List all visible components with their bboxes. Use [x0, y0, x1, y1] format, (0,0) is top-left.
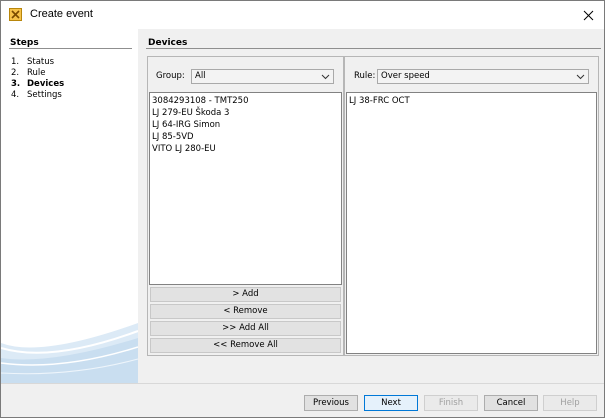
steps-panel: Steps 1. Status 2. Rule 3. Devices 4. Settin… — [1, 29, 138, 383]
add-all-button[interactable]: >> Add All — [150, 321, 341, 336]
remove-button[interactable]: < Remove — [150, 304, 341, 319]
finish-button[interactable]: Finish — [424, 395, 478, 411]
available-devices-panel: Group: All 3084293108 - TMT250 LJ 279-EU… — [147, 56, 344, 356]
list-item[interactable]: LJ 85-5VD — [151, 131, 341, 143]
step-rule: 2. Rule — [11, 68, 64, 79]
dialog-footer: Previous Next Finish Cancel Help — [1, 383, 604, 417]
selected-devices-panel: Rule: Over speed LJ 38-FRC OCT — [344, 56, 599, 356]
remove-all-button[interactable]: << Remove All — [150, 338, 341, 353]
help-button[interactable]: Help — [543, 395, 597, 411]
title-bar[interactable]: Create event — [1, 1, 604, 29]
decorative-swoosh — [1, 323, 138, 383]
close-button[interactable] — [572, 1, 604, 29]
step-label: Devices — [27, 79, 65, 89]
step-label: Status — [27, 57, 55, 67]
step-status: 1. Status — [11, 57, 64, 68]
steps-header: Steps — [10, 38, 39, 48]
devices-header: Devices — [148, 38, 188, 48]
list-item[interactable]: LJ 279-EU Škoda 3 — [151, 107, 341, 119]
list-item[interactable]: 3084293108 - TMT250 — [151, 95, 341, 107]
add-button[interactable]: > Add — [150, 287, 341, 302]
steps-divider — [9, 48, 132, 49]
group-select[interactable]: All — [191, 69, 334, 84]
available-devices-list[interactable]: 3084293108 - TMT250 LJ 279-EU Škoda 3 LJ… — [149, 92, 342, 285]
rule-select[interactable]: Over speed — [377, 69, 589, 84]
list-item[interactable]: LJ 38-FRC OCT — [348, 95, 596, 107]
group-label: Group: — [156, 71, 185, 81]
step-number: 2. — [11, 68, 20, 78]
step-number: 3. — [11, 79, 21, 89]
window-title: Create event — [30, 8, 93, 20]
group-select-value: All — [195, 71, 206, 81]
cancel-button[interactable]: Cancel — [484, 395, 538, 411]
rule-select-value: Over speed — [381, 71, 430, 81]
step-number: 4. — [11, 90, 20, 100]
step-label: Settings — [27, 90, 62, 100]
step-settings: 4. Settings — [11, 90, 64, 101]
list-item[interactable]: VITO LJ 280-EU — [151, 143, 341, 155]
chevron-down-icon — [321, 74, 330, 80]
step-label: Rule — [27, 68, 46, 78]
app-icon — [9, 8, 22, 21]
next-button[interactable]: Next — [364, 395, 418, 411]
selected-devices-list[interactable]: LJ 38-FRC OCT — [346, 92, 597, 354]
rule-label: Rule: — [354, 71, 376, 81]
list-item[interactable]: LJ 64-IRG Simon — [151, 119, 341, 131]
close-icon — [583, 10, 593, 20]
step-devices: 3. Devices — [11, 79, 64, 90]
chevron-down-icon — [576, 74, 585, 80]
previous-button[interactable]: Previous — [304, 395, 358, 411]
step-number: 1. — [11, 57, 20, 67]
devices-divider — [146, 48, 601, 49]
create-event-dialog: Create event Steps 1. Status 2. Rule 3. Dev… — [0, 0, 605, 418]
steps-list: 1. Status 2. Rule 3. Devices 4. Settings — [11, 57, 64, 101]
devices-content: Devices Group: All 3084293108 - TMT250 L… — [138, 29, 604, 383]
